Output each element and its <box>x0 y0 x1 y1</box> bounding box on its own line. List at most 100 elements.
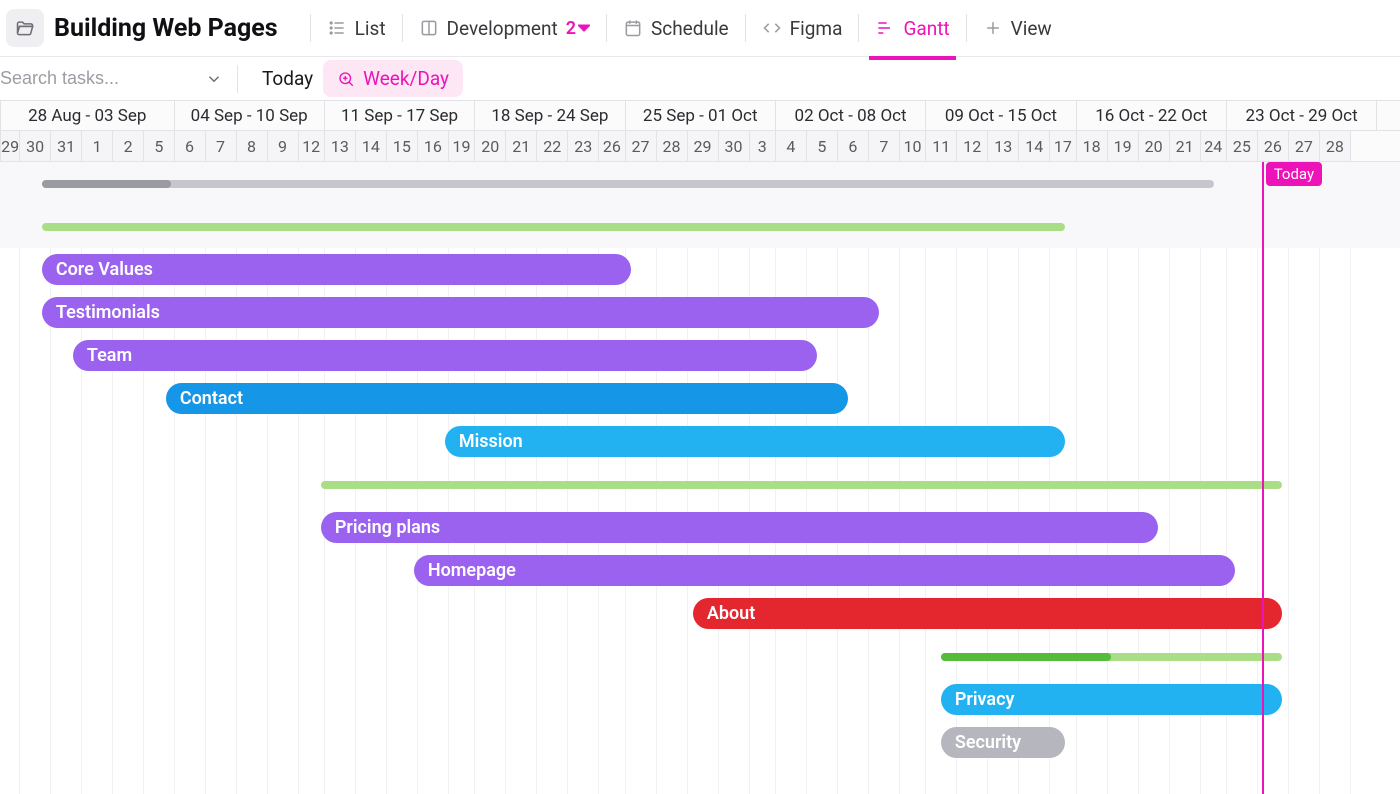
code-icon <box>762 18 782 38</box>
chevron-down-icon[interactable] <box>205 70 223 88</box>
gantt-task-bar[interactable]: About <box>693 598 1282 629</box>
plus-icon <box>983 18 1003 38</box>
day-header-cell: 21 <box>506 131 537 161</box>
today-marker-line <box>1262 162 1264 794</box>
tab-label: Development <box>447 17 558 40</box>
today-button[interactable]: Today <box>252 61 323 96</box>
day-header-cell: 28 <box>1320 131 1351 161</box>
gantt-row <box>0 764 1400 794</box>
day-header-cell: 27 <box>626 131 657 161</box>
week-header-cell: 16 Oct - 22 Oct <box>1077 101 1227 130</box>
gantt-task-bar[interactable]: Security <box>941 727 1065 758</box>
page-title: Building Web Pages <box>54 14 278 43</box>
divider <box>237 65 238 93</box>
controls-row: Today Week/Day <box>0 57 1400 100</box>
day-header-cell: 8 <box>237 131 268 161</box>
day-header-cell: 5 <box>144 131 174 161</box>
day-header-cell: 5 <box>807 131 838 161</box>
gantt-summary-bar[interactable] <box>321 481 1282 489</box>
day-header-cell: 2 <box>113 131 144 161</box>
gantt-view: 28 Aug - 03 Sep04 Sep - 10 Sep11 Sep - 1… <box>0 100 1400 793</box>
add-view-label: View <box>1011 17 1052 40</box>
timeline-header: 28 Aug - 03 Sep04 Sep - 10 Sep11 Sep - 1… <box>0 100 1400 162</box>
gantt-task-bar[interactable]: Team <box>73 340 817 371</box>
topbar: Building Web Pages List Development 2 Sc… <box>0 0 1400 57</box>
gantt-row: Security <box>0 721 1400 764</box>
gantt-row: About <box>0 592 1400 635</box>
day-header-cell: 29 <box>688 131 719 161</box>
day-header-cell: 29 <box>0 131 20 161</box>
day-header-cell: 11 <box>926 131 957 161</box>
day-header-cell: 17 <box>1050 131 1076 161</box>
search-wrap <box>0 68 223 89</box>
week-header-cell: 02 Oct - 08 Oct <box>776 101 926 130</box>
day-header-cell: 24 <box>1201 131 1227 161</box>
tab-figma[interactable]: Figma <box>760 11 845 46</box>
gantt-task-bar[interactable]: Privacy <box>941 684 1282 715</box>
gantt-task-bar[interactable]: Mission <box>445 426 1065 457</box>
divider <box>858 14 859 42</box>
day-header-cell: 13 <box>325 131 356 161</box>
gantt-row <box>0 635 1400 678</box>
gantt-row: Mission <box>0 420 1400 463</box>
gantt-task-bar[interactable]: Homepage <box>414 555 1236 586</box>
gantt-row: Team <box>0 334 1400 377</box>
day-header-cell: 16 <box>418 131 449 161</box>
day-header-cell: 19 <box>449 131 475 161</box>
tab-gantt[interactable]: Gantt <box>873 11 951 46</box>
tab-development[interactable]: Development 2 <box>417 11 592 46</box>
gantt-row: Privacy <box>0 678 1400 721</box>
gantt-chart-body[interactable]: Core Values Testimonials Team Contact Missio… <box>0 162 1400 794</box>
gantt-task-bar[interactable]: Pricing plans <box>321 512 1158 543</box>
tab-list[interactable]: List <box>325 11 388 46</box>
day-header-cell: 4 <box>776 131 807 161</box>
list-icon <box>327 18 347 38</box>
day-header-cell: 19 <box>1108 131 1139 161</box>
gantt-row: Testimonials <box>0 291 1400 334</box>
tab-label: Figma <box>790 17 843 40</box>
search-input[interactable] <box>0 68 170 89</box>
gantt-task-bar[interactable]: Testimonials <box>42 297 879 328</box>
gantt-task-bar[interactable]: Core Values <box>42 254 631 285</box>
tab-label: Schedule <box>651 17 729 40</box>
add-view-button[interactable]: View <box>981 11 1054 46</box>
day-header-cell: 14 <box>1019 131 1050 161</box>
day-header-cell: 30 <box>719 131 750 161</box>
day-header-cell: 23 <box>568 131 599 161</box>
gantt-row <box>0 463 1400 506</box>
gantt-task-bar[interactable]: Contact <box>166 383 848 414</box>
gantt-summary-bar[interactable] <box>42 180 1214 188</box>
gantt-icon <box>875 18 895 38</box>
gantt-summary-progress <box>941 653 1112 661</box>
caret-down-icon <box>578 22 590 34</box>
tab-schedule[interactable]: Schedule <box>621 11 731 46</box>
gantt-summary-bar[interactable] <box>941 653 1282 661</box>
day-header-cell: 7 <box>206 131 237 161</box>
zoom-chip[interactable]: Week/Day <box>323 60 463 97</box>
day-header-cell: 30 <box>20 131 51 161</box>
tab-label: Gantt <box>903 17 949 40</box>
divider <box>606 14 607 42</box>
divider <box>745 14 746 42</box>
week-header-cell: 11 Sep - 17 Sep <box>325 101 475 130</box>
timeline-weeks-row: 28 Aug - 03 Sep04 Sep - 10 Sep11 Sep - 1… <box>0 101 1400 131</box>
gantt-row <box>0 205 1400 248</box>
gantt-row: Homepage <box>0 549 1400 592</box>
day-header-cell: 31 <box>51 131 82 161</box>
day-header-cell: 13 <box>988 131 1019 161</box>
gantt-summary-bar[interactable] <box>42 223 1065 231</box>
day-header-cell: 12 <box>957 131 988 161</box>
day-header-cell: 22 <box>537 131 568 161</box>
day-header-cell: 25 <box>1227 131 1258 161</box>
calendar-icon <box>623 18 643 38</box>
gantt-row: Core Values <box>0 248 1400 291</box>
zoom-label: Week/Day <box>363 67 449 90</box>
folder-icon-chip[interactable] <box>6 9 44 47</box>
timeline-days-row: 2930311256789121314151619202122232627282… <box>0 131 1400 161</box>
day-header-cell: 27 <box>1289 131 1320 161</box>
day-header-cell: 6 <box>175 131 206 161</box>
day-header-cell: 20 <box>1139 131 1170 161</box>
day-header-cell: 20 <box>475 131 506 161</box>
zoom-icon <box>337 70 355 88</box>
day-header-cell: 3 <box>750 131 776 161</box>
